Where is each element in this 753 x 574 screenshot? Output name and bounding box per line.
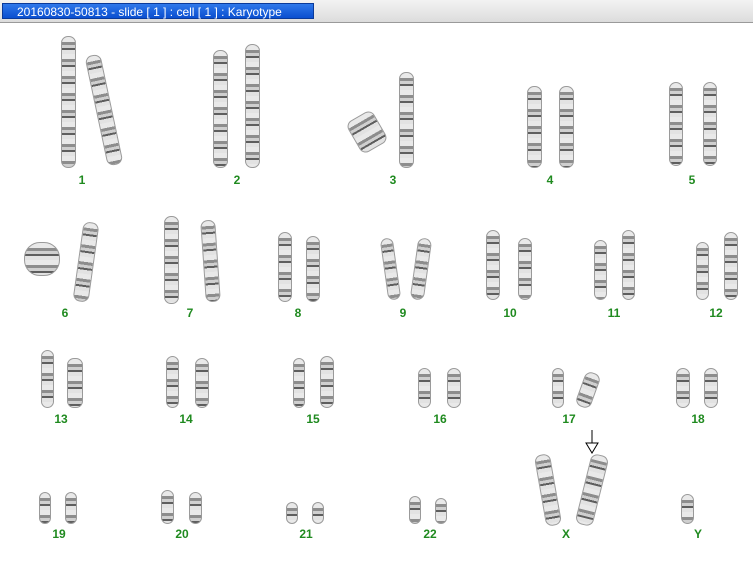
title-bar: 20160830-50813 - slide [ 1 ] : cell [ 1 … — [0, 0, 753, 23]
chromosome-label-16: 16 — [433, 412, 447, 426]
chromosome-19b — [65, 492, 77, 524]
chromosome-12b — [724, 232, 738, 300]
karyotype-canvas: 1 2 3 4 5 6 7 8 9 10 11 12 13 14 15 16 1… — [0, 22, 753, 574]
chromosome-22a — [409, 496, 421, 524]
chromosome-2a — [213, 50, 228, 168]
chromosome-label-14: 14 — [179, 412, 193, 426]
chromosome-label-1: 1 — [78, 173, 86, 187]
chromosome-18a — [676, 368, 690, 408]
chromosome-label-20: 20 — [175, 527, 189, 541]
chromosome-9b — [409, 237, 433, 301]
chromosome-7a — [164, 216, 179, 304]
chromosome-label-7: 7 — [186, 306, 194, 320]
chromosome-16a — [418, 368, 431, 408]
chromosome-12a — [696, 242, 709, 300]
chromosome-3b — [399, 72, 414, 168]
chromosome-11b — [622, 230, 635, 300]
chromosome-15a — [293, 358, 305, 408]
chromosome-5a — [669, 82, 683, 166]
chromosome-label-9: 9 — [399, 306, 407, 320]
chromosome-16b — [447, 368, 461, 408]
chromosome-17b — [574, 370, 602, 410]
chromosome-11a — [594, 240, 607, 300]
chromosome-10b — [518, 238, 532, 300]
chromosome-label-y: Y — [693, 527, 702, 541]
chromosome-18b — [704, 368, 718, 408]
chromosome-19a — [39, 492, 51, 524]
chromosome-xb — [574, 452, 610, 528]
chromosome-20a — [161, 490, 174, 524]
chromosome-22b — [435, 498, 447, 524]
chromosome-label-3: 3 — [389, 173, 397, 187]
chromosome-label-6: 6 — [61, 306, 69, 320]
chromosome-14a — [166, 356, 179, 408]
chromosome-label-4: 4 — [546, 173, 554, 187]
chromosome-label-11: 11 — [607, 306, 621, 320]
chromosome-label-5: 5 — [688, 173, 696, 187]
chromosome-1b — [84, 53, 124, 167]
chromosome-17a — [552, 368, 564, 408]
chromosome-9a — [379, 237, 402, 301]
chromosome-6b — [72, 221, 100, 303]
chromosome-6a — [24, 242, 60, 276]
chromosome-label-12: 12 — [709, 306, 723, 320]
chromosome-1a — [61, 36, 76, 168]
chromosome-13a — [41, 350, 54, 408]
chromosome-label-x: X — [561, 527, 570, 541]
chromosome-8a — [278, 232, 292, 302]
chromosome-10a — [486, 230, 500, 300]
chromosome-label-21: 21 — [299, 527, 313, 541]
chromosome-2b — [245, 44, 260, 168]
chromosome-15b — [320, 356, 334, 408]
chromosome-21b — [312, 502, 324, 524]
chromosome-label-19: 19 — [52, 527, 66, 541]
chromosome-label-13: 13 — [54, 412, 68, 426]
chromosome-label-17: 17 — [562, 412, 576, 426]
chromosome-21a — [286, 502, 298, 524]
chromosome-3a — [345, 108, 389, 156]
chromosome-14b — [195, 358, 209, 408]
chromosome-8b — [306, 236, 320, 302]
chromosome-13b — [67, 358, 83, 408]
chromosome-label-2: 2 — [233, 173, 241, 187]
chromosome-label-18: 18 — [691, 412, 705, 426]
chromosome-xa — [533, 453, 563, 527]
chromosome-20b — [189, 492, 202, 524]
chromosome-5b — [703, 82, 717, 166]
chromosome-label-8: 8 — [294, 306, 302, 320]
chromosome-label-22: 22 — [423, 527, 437, 541]
chromosome-label-10: 10 — [503, 306, 517, 320]
chromosome-label-15: 15 — [306, 412, 320, 426]
window-title-tab[interactable]: 20160830-50813 - slide [ 1 ] : cell [ 1 … — [2, 3, 314, 19]
chromosome-y — [681, 494, 694, 524]
chromosome-4b — [559, 86, 574, 168]
arrow-down-icon — [585, 430, 599, 454]
chromosome-4a — [527, 86, 542, 168]
chromosome-7b — [200, 219, 221, 303]
